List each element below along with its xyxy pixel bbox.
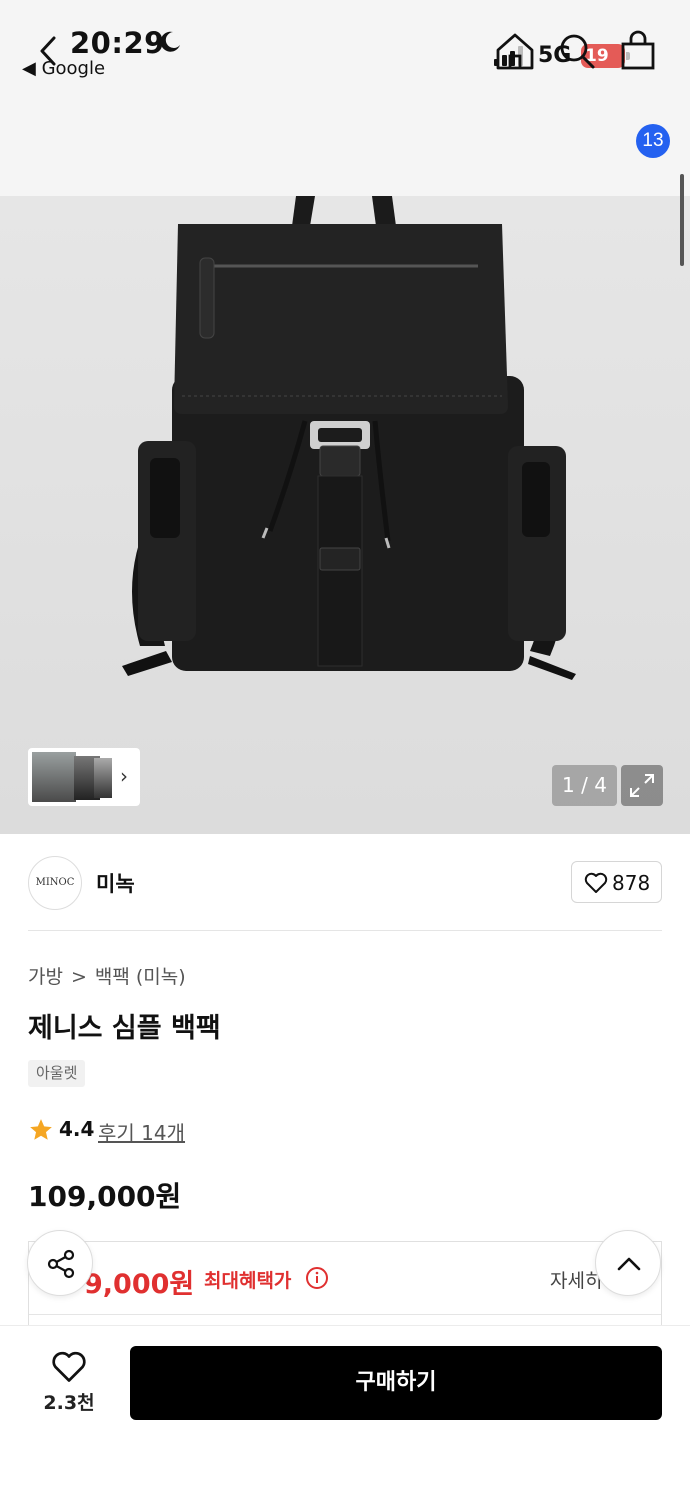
thumbnail-image[interactable]: [32, 752, 76, 802]
breadcrumb: 가방 > 백팩 (미녹): [28, 962, 194, 989]
page-scrollbar[interactable]: [680, 174, 684, 266]
home-icon[interactable]: [490, 26, 540, 76]
wishlist-button[interactable]: 2.3천: [36, 1346, 102, 1416]
expand-icon[interactable]: [621, 765, 663, 806]
max-benefit-price: 9,000원: [84, 1269, 195, 1300]
backpack-image: [122, 196, 576, 680]
info-icon[interactable]: [305, 1266, 329, 1290]
rating-score: 4.4: [59, 1117, 95, 1141]
search-icon[interactable]: [552, 26, 602, 76]
product-price: 109,000원: [28, 1180, 182, 1213]
scroll-top-button[interactable]: [595, 1230, 661, 1296]
brand-name[interactable]: 미녹: [96, 868, 135, 898]
share-button[interactable]: [27, 1230, 93, 1296]
heart-icon: [52, 1351, 86, 1382]
breadcrumb-item[interactable]: 가방: [28, 966, 63, 988]
share-icon: [47, 1249, 75, 1279]
brand-like-count: 878: [612, 871, 651, 895]
brand-logo[interactable]: MINOC: [28, 856, 82, 910]
reviews-link[interactable]: 후기 14개: [98, 1117, 185, 1146]
thumbnail-image[interactable]: [94, 758, 112, 798]
buy-button[interactable]: 구매하기: [130, 1346, 662, 1420]
moon-icon: [160, 31, 180, 52]
shopping-bag-icon[interactable]: [614, 26, 664, 76]
chevron-right-icon[interactable]: ›: [120, 764, 128, 788]
benefit-detail-link[interactable]: 자세히: [550, 1266, 602, 1293]
cart-count-badge: 13: [636, 124, 670, 158]
top-nav: [0, 100, 690, 196]
status-time: 20:29: [70, 26, 165, 60]
heart-icon: [584, 872, 608, 893]
product-title: 제니스 심플 백팩: [28, 1013, 221, 1044]
thumbnail-strip[interactable]: ›: [28, 748, 140, 806]
product-image-gallery[interactable]: [0, 196, 690, 834]
divider: [28, 930, 662, 931]
star-icon: [30, 1119, 52, 1140]
wishlist-count: 2.3천: [43, 1392, 95, 1414]
back-arrow-icon[interactable]: [24, 26, 74, 76]
brand-like-button[interactable]: 878: [571, 861, 662, 903]
image-pager: 1 / 4: [552, 765, 617, 806]
breadcrumb-item[interactable]: 백팩 (미녹): [95, 966, 186, 988]
outlet-tag: 아울렛: [28, 1060, 86, 1087]
chevron-up-icon: [617, 1257, 641, 1271]
breadcrumb-separator: >: [70, 966, 87, 988]
max-benefit-label: 최대혜택가: [204, 1270, 292, 1292]
